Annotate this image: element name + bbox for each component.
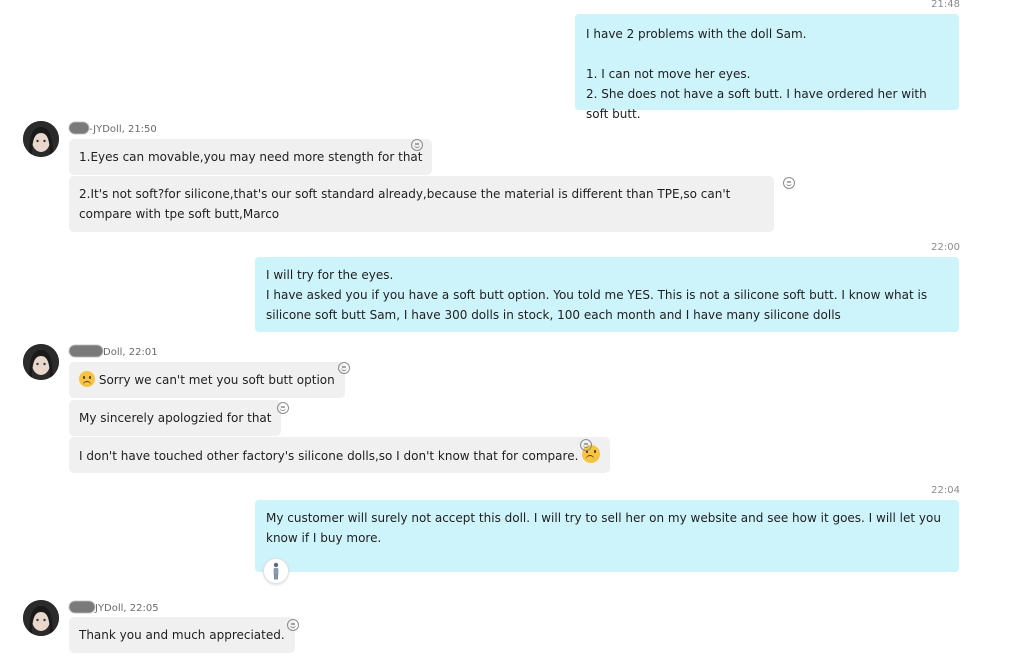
message-text: I don't have touched other factory's sil… xyxy=(79,449,579,463)
person-icon xyxy=(273,562,279,580)
smiley-icon[interactable] xyxy=(287,619,299,631)
message-timestamp: 22:00 xyxy=(931,242,960,253)
message-text: 1. I can not move her eyes. xyxy=(586,67,751,81)
sad-face-emoji xyxy=(79,371,95,387)
sender-name: -JYDoll, 21:50 xyxy=(69,122,157,135)
sender-name: Doll, 22:01 xyxy=(69,345,158,358)
smiley-icon[interactable] xyxy=(783,177,795,189)
redacted-name xyxy=(69,601,95,613)
message-timestamp: 22:04 xyxy=(931,485,960,496)
message-text: Sorry we can't met you soft butt option xyxy=(98,373,335,387)
redacted-name xyxy=(69,122,89,134)
message-reaction[interactable] xyxy=(263,558,289,584)
outgoing-message[interactable]: I will try for the eyes. I have asked yo… xyxy=(255,257,959,332)
smiley-icon[interactable] xyxy=(277,402,289,414)
redacted-name xyxy=(69,345,103,357)
message-text: 2. She does not have a soft butt. I have… xyxy=(586,87,927,121)
message-text: I will try for the eyes. xyxy=(266,268,394,282)
incoming-message[interactable]: I don't have touched other factory's sil… xyxy=(69,437,611,473)
incoming-message[interactable]: Sorry we can't met you soft butt option xyxy=(69,362,345,398)
contact-avatar[interactable] xyxy=(23,344,59,380)
contact-avatar[interactable] xyxy=(23,121,59,157)
message-text: I have asked you if you have a soft butt… xyxy=(266,288,928,322)
contact-avatar[interactable] xyxy=(23,600,59,636)
incoming-message[interactable]: Thank you and much appreciated. xyxy=(69,617,295,653)
sender-name: JYDoll, 22:05 xyxy=(69,601,159,614)
outgoing-message[interactable]: I have 2 problems with the doll Sam. 1. … xyxy=(575,14,959,121)
message-timestamp: 21:48 xyxy=(931,0,960,10)
message-text: My customer will surely not accept this … xyxy=(266,511,941,545)
incoming-message[interactable]: 2.It's not soft?for silicone,that's our … xyxy=(69,176,774,232)
outgoing-message[interactable]: My customer will surely not accept this … xyxy=(255,500,959,572)
smiley-icon[interactable] xyxy=(338,362,350,374)
incoming-message[interactable]: 1.Eyes can movable,you may need more ste… xyxy=(69,139,433,175)
incoming-message[interactable]: My sincerely apologzied for that xyxy=(69,400,282,436)
smiley-icon[interactable] xyxy=(411,139,423,151)
message-text: I have 2 problems with the doll Sam. xyxy=(586,27,807,41)
smiley-icon[interactable] xyxy=(580,439,592,451)
